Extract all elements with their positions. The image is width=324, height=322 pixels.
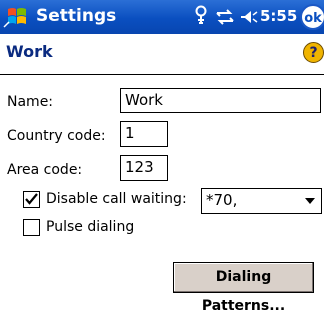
call-waiting-code-dropdown[interactable]: *70, [201, 188, 322, 214]
page-title: Work [6, 42, 53, 61]
clock[interactable]: 5:55 [260, 7, 297, 25]
name-field[interactable]: Work [120, 88, 321, 113]
country-code-field[interactable]: 1 [120, 121, 168, 147]
chevron-down-icon [305, 198, 315, 204]
checkmark-icon [25, 193, 38, 205]
page-header: Work ? [0, 34, 324, 72]
disable-call-waiting-label[interactable]: Disable call waiting: [46, 191, 187, 207]
call-waiting-code-value: *70, [206, 191, 238, 209]
dialing-patterns-button[interactable]: Dialing Patterns... [173, 262, 314, 314]
activesync-connectivity-icon[interactable] [193, 5, 209, 31]
area-code-label: Area code: [7, 162, 83, 178]
start-menu-windows-flag-icon[interactable] [2, 3, 32, 31]
title-bar: Settings 5:55 ok [0, 0, 324, 34]
help-icon[interactable]: ? [303, 42, 324, 63]
name-label: Name: [7, 94, 54, 110]
network-sync-arrows-icon[interactable] [214, 7, 236, 31]
volume-speaker-icon[interactable] [239, 7, 259, 31]
area-code-field[interactable]: 123 [120, 155, 168, 181]
pulse-dialing-checkbox[interactable] [23, 219, 40, 236]
pulse-dialing-label[interactable]: Pulse dialing [46, 219, 134, 235]
ok-button[interactable]: ok [300, 4, 324, 30]
header-divider [0, 74, 324, 75]
disable-call-waiting-checkbox[interactable] [23, 191, 40, 208]
country-code-label: Country code: [7, 128, 106, 144]
app-title[interactable]: Settings [36, 6, 116, 26]
